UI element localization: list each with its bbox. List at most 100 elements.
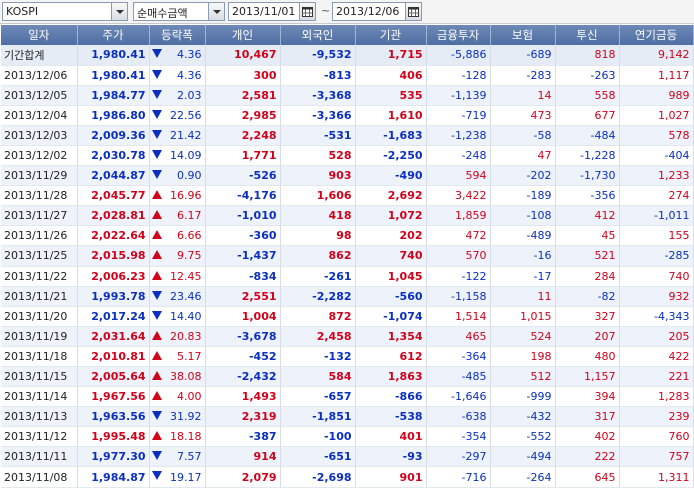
foreign-cell: 418 [280,205,356,227]
institution-cell: -490 [355,165,427,187]
date-cell: 2013/12/06 [1,65,78,86]
column-header-date[interactable]: 일자 [1,25,78,45]
table-row[interactable]: 2013/12/05 1,984.77 2.03 2,581 -3,368 535 -1,1… [1,85,694,106]
date-cell: 2013/11/13 [1,406,78,428]
column-header-investment-trust[interactable]: 투신 [555,25,620,45]
pension-cell: 760 [619,426,694,448]
table-row[interactable]: 2013/11/12 1,995.48 18.18 -387 -100 401 -354 -5… [1,426,694,448]
chevron-down-icon[interactable] [208,3,224,20]
table-row[interactable]: 2013/11/19 2,031.64 20.83 -3,678 2,458 1,354 4… [1,326,694,347]
table-row[interactable]: 2013/11/26 2,022.64 6.66 -360 98 202 472 -489 45… [1,225,694,247]
pension-cell: 1,117 [619,65,694,86]
investment-trust-cell: -484 [555,125,620,146]
change-value: 9.75 [177,249,202,263]
insurance-cell: -689 [490,45,556,66]
table-row[interactable]: 2013/11/18 2,010.81 5.17 -452 -132 612 -364 198… [1,346,694,368]
column-header-financial-investment[interactable]: 금융투자 [426,25,491,45]
foreign-cell: 584 [280,366,356,388]
insurance-cell: -283 [490,65,556,86]
table-row[interactable]: 2013/11/15 2,005.64 38.08 -2,432 584 1,863 -48… [1,366,694,388]
column-header-insurance[interactable]: 보험 [490,25,556,45]
down-arrow-icon [151,69,162,79]
up-arrow-icon [151,230,162,240]
individual-cell: -1,437 [205,245,281,267]
table-row[interactable]: 2013/11/28 2,045.77 16.96 -4,176 1,606 2,692 3… [1,185,694,207]
change-cell: 21.42 [149,125,206,146]
market-select[interactable]: KOSPI [2,2,128,21]
change-cell: 18.18 [149,426,206,448]
table-row[interactable]: 2013/11/27 2,028.81 6.17 -1,010 418 1,072 1,85… [1,205,694,227]
end-date-field[interactable]: 2013/12/06 [332,2,422,21]
market-select-value: KOSPI [6,5,39,18]
down-arrow-icon [151,310,162,320]
calendar-icon[interactable] [299,3,315,20]
up-arrow-icon [151,431,162,441]
date-cell: 2013/12/05 [1,85,78,106]
table-row[interactable]: 2013/11/08 1,984.87 19.17 2,079 -2,698 901 -71… [1,466,694,488]
pension-cell: 274 [619,185,694,207]
table-row[interactable]: 2013/12/04 1,986.80 22.56 2,985 -3,366 1,610-… [1,105,694,126]
table-row[interactable]: 2013/11/14 1,967.56 4.00 1,493 -657 -866 -1,64… [1,386,694,408]
change-value: 31.92 [170,410,202,424]
date-cell: 2013/12/02 [1,145,78,167]
individual-cell: -2,432 [205,366,281,388]
date-cell: 2013/11/27 [1,205,78,227]
institution-cell: -866 [355,386,427,408]
chevron-down-icon[interactable] [111,3,127,20]
institution-cell: -1,074 [355,306,427,327]
table-row[interactable]: 2013/11/25 2,015.98 9.75 -1,437 862 740 570 -16… [1,245,694,267]
financial-investment-cell: 570 [426,245,491,267]
up-arrow-icon [151,330,162,340]
insurance-cell: -108 [490,205,556,227]
start-date-field[interactable]: 2013/11/01 [228,2,316,21]
table-row[interactable]: 2013/12/02 2,030.78 14.09 1,771 528 -2,250 -24… [1,145,694,167]
investment-trust-cell: 222 [555,446,620,468]
price-cell: 1,977.30 [77,446,150,468]
table-row[interactable]: 2013/11/22 2,006.23 12.45 -834 -261 1,045 -122… [1,266,694,287]
table-row[interactable]: 2013/12/03 2,009.36 21.42 2,248 -531 -1,683 -1… [1,125,694,146]
column-header-change[interactable]: 등락폭 [149,25,206,45]
table-row[interactable]: 2013/11/11 1,977.30 7.57 914 -651 -93 -297 -494… [1,446,694,468]
calendar-icon[interactable] [405,3,421,20]
column-header-foreign[interactable]: 외국인 [280,25,356,45]
column-header-price[interactable]: 주가 [77,25,150,45]
individual-cell: -1,010 [205,205,281,227]
date-cell: 2013/12/04 [1,105,78,126]
summary-row[interactable]: 기간합계 1,980.41 4.36 10,467 -9,532 1,715 -5,886-… [1,45,694,66]
date-cell: 2013/11/08 [1,466,78,488]
column-header-pension[interactable]: 연기금등 [619,25,694,45]
table-row[interactable]: 2013/11/20 2,017.24 14.40 1,004 872 -1,074 1,5… [1,306,694,327]
pension-cell: 205 [619,326,694,347]
down-arrow-icon [151,290,162,300]
individual-cell: -526 [205,165,281,187]
column-header-individual[interactable]: 개인 [205,25,281,45]
table-row[interactable]: 2013/11/13 1,963.56 31.92 2,319 -1,851 -538 -6… [1,406,694,428]
pension-cell: -1,011 [619,205,694,227]
column-header-institution[interactable]: 기관 [355,25,427,45]
table-row[interactable]: 2013/11/21 1,993.78 23.46 2,551 -2,282 -560 -1… [1,286,694,307]
insurance-cell: -552 [490,426,556,448]
table-row[interactable]: 2013/12/06 1,980.41 4.36 300 -813 406 -128 -283… [1,65,694,86]
insurance-cell: 473 [490,105,556,126]
pension-cell: 1,283 [619,386,694,408]
individual-cell: -834 [205,266,281,287]
change-value: 0.90 [177,169,202,183]
institution-cell: -2,250 [355,145,427,167]
down-arrow-icon [151,109,162,119]
pension-cell: -404 [619,145,694,167]
date-cell: 2013/11/22 [1,266,78,287]
financial-investment-cell: -1,139 [426,85,491,106]
date-cell: 2013/11/15 [1,366,78,388]
financial-investment-cell: 465 [426,326,491,347]
price-cell: 2,006.23 [77,266,150,287]
table-row[interactable]: 2013/11/29 2,044.87 0.90 -526 903 -490 594 -202… [1,165,694,187]
change-cell: 6.17 [149,205,206,227]
individual-cell: 2,581 [205,85,281,106]
change-cell: 7.57 [149,446,206,468]
investment-trust-cell: 677 [555,105,620,126]
individual-cell: 1,004 [205,306,281,327]
mode-select[interactable]: 순매수금액 [133,2,225,21]
pension-cell: -285 [619,245,694,267]
foreign-cell: -2,282 [280,286,356,307]
price-cell: 2,015.98 [77,245,150,267]
